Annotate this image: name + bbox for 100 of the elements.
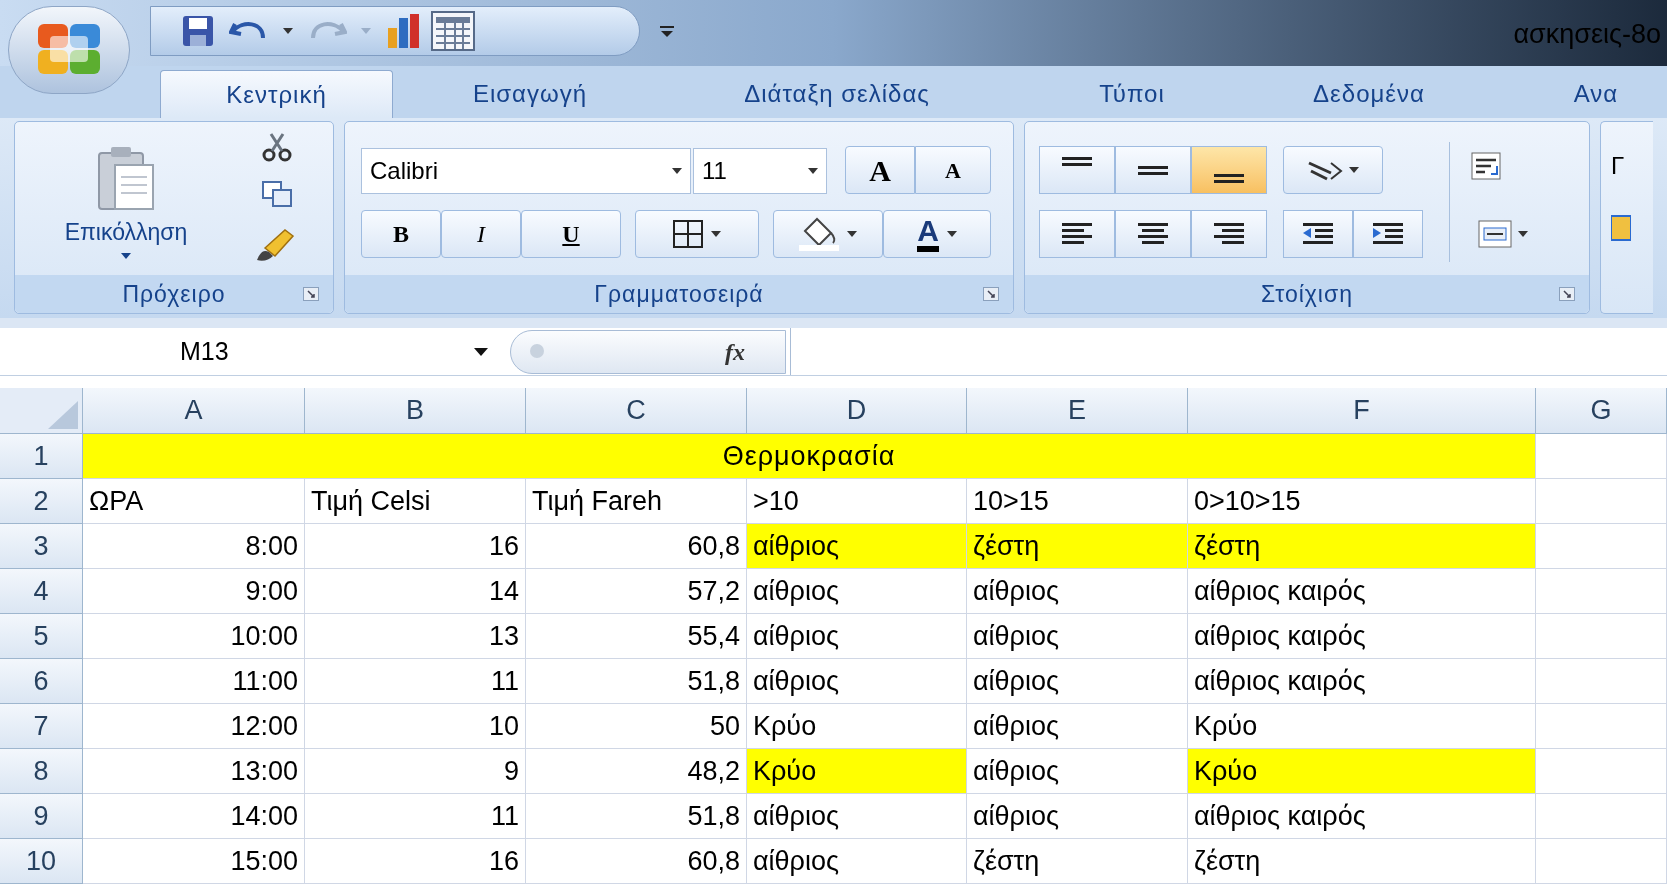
row-header[interactable]: 8 <box>0 749 83 794</box>
caret-icon <box>672 168 682 174</box>
table-cell: 10>15 <box>967 479 1188 524</box>
save-icon[interactable] <box>181 14 215 48</box>
shrink-font-button[interactable]: A <box>915 146 991 194</box>
table-cell: 55,4 <box>526 614 747 659</box>
align-left-button[interactable] <box>1039 210 1115 258</box>
name-box[interactable]: M13 <box>0 328 500 375</box>
table-cell: 51,8 <box>526 794 747 839</box>
borders-button[interactable] <box>635 210 759 258</box>
font-color-button[interactable]: A <box>883 210 991 258</box>
caret-icon <box>474 347 488 356</box>
fill-color-button[interactable] <box>773 210 883 258</box>
column-header[interactable]: G <box>1536 388 1667 434</box>
ribbon-tab[interactable]: Εισαγωγή <box>430 70 630 118</box>
table-cell: 9:00 <box>83 569 305 614</box>
table-cell: 60,8 <box>526 839 747 884</box>
clipboard-icon <box>95 144 157 211</box>
caret-icon <box>808 168 818 174</box>
ribbon-tab[interactable]: Τύποι <box>1084 70 1180 118</box>
dialog-launcher-icon[interactable] <box>303 287 319 301</box>
caret-icon <box>361 28 371 34</box>
table-cell: 10 <box>305 704 526 749</box>
bold-button[interactable]: B <box>361 210 441 258</box>
table-cell: αίθριος καιρός <box>1188 569 1536 614</box>
copy-icon[interactable] <box>261 180 293 208</box>
caret-icon <box>847 231 857 237</box>
grow-font-button[interactable]: A <box>845 146 915 194</box>
table-cell: αίθριος καιρός <box>1188 794 1536 839</box>
table-cell: ΩΡΑ <box>83 479 305 524</box>
merged-title-cell: Θερμοκρασία <box>83 434 1536 479</box>
brush-icon[interactable] <box>255 228 295 262</box>
table-cell: 13:00 <box>83 749 305 794</box>
dialog-launcher-icon[interactable] <box>983 287 999 301</box>
cut-icon[interactable] <box>261 132 293 162</box>
italic-button[interactable]: I <box>441 210 521 258</box>
orientation-button[interactable] <box>1283 146 1383 194</box>
table-cell: 10:00 <box>83 614 305 659</box>
table-cell: αίθριος καιρός <box>1188 659 1536 704</box>
row-header[interactable]: 2 <box>0 479 83 524</box>
font-size-dropdown[interactable]: 11 <box>693 148 827 194</box>
caret-icon <box>711 231 721 237</box>
insert-function-button[interactable]: fx <box>725 334 745 370</box>
table-cell: 8:00 <box>83 524 305 569</box>
table-cell: αίθριος <box>747 569 967 614</box>
row-header[interactable]: 10 <box>0 839 83 884</box>
ribbon-tab[interactable]: Κεντρική <box>160 70 393 118</box>
number-format-dropdown[interactable]: Γ <box>1611 148 1625 184</box>
group-label: Στοίχιση <box>1261 279 1353 309</box>
font-name-dropdown[interactable]: Calibri <box>361 148 691 194</box>
top-align-button[interactable] <box>1039 146 1115 194</box>
table-cell: 11 <box>305 794 526 839</box>
column-header[interactable]: C <box>526 388 747 434</box>
table-cell: 48,2 <box>526 749 747 794</box>
table-cell: Τιμή Celsi <box>305 479 526 524</box>
column-header[interactable]: A <box>83 388 305 434</box>
caret-icon[interactable] <box>283 28 293 34</box>
align-right-button[interactable] <box>1191 210 1267 258</box>
row-header[interactable]: 3 <box>0 524 83 569</box>
customize-toolbar-icon[interactable] <box>660 26 674 38</box>
bottom-align-button[interactable] <box>1191 146 1267 194</box>
corner-triangle-icon <box>48 401 78 429</box>
row-header[interactable]: 5 <box>0 614 83 659</box>
table-cell: αίθριος <box>747 659 967 704</box>
column-header[interactable]: B <box>305 388 526 434</box>
row-header[interactable]: 9 <box>0 794 83 839</box>
group-label: Γραμματοσειρά <box>594 279 764 309</box>
ribbon-tab[interactable]: Ανα <box>1556 70 1636 118</box>
calendar-icon[interactable] <box>431 11 475 51</box>
table-cell: αίθριος <box>747 794 967 839</box>
table-cell: 60,8 <box>526 524 747 569</box>
bottom-align-icon <box>1214 174 1244 183</box>
group-label: Πρόχειρο <box>122 279 226 309</box>
paste-button[interactable]: Επικόλληση <box>21 128 231 276</box>
row-header[interactable]: 7 <box>0 704 83 749</box>
decrease-indent-button[interactable] <box>1283 210 1353 258</box>
table-cell: ζέστη <box>967 839 1188 884</box>
underline-button[interactable]: U <box>521 210 621 258</box>
row-header[interactable]: 4 <box>0 569 83 614</box>
middle-align-button[interactable] <box>1115 146 1191 194</box>
table-cell: 12:00 <box>83 704 305 749</box>
top-align-icon <box>1062 157 1092 166</box>
row-header[interactable]: 6 <box>0 659 83 704</box>
row-header[interactable]: 1 <box>0 434 83 479</box>
dialog-launcher-icon[interactable] <box>1559 287 1575 301</box>
ribbon-tab[interactable]: Διάταξη σελίδας <box>692 70 982 118</box>
table-cell: αίθριος <box>747 839 967 884</box>
column-header[interactable]: D <box>747 388 967 434</box>
center-button[interactable] <box>1115 210 1191 258</box>
table-cell: αίθριος καιρός <box>1188 614 1536 659</box>
table-cell: 50 <box>526 704 747 749</box>
table-cell: Κρύο <box>747 704 967 749</box>
table-cell: αίθριος <box>967 749 1188 794</box>
table-cell: αίθριος <box>967 614 1188 659</box>
increase-indent-button[interactable] <box>1353 210 1423 258</box>
ribbon-tab[interactable]: Δεδομένα <box>1280 70 1458 118</box>
table-cell: αίθριος <box>747 614 967 659</box>
column-header[interactable]: E <box>967 388 1188 434</box>
column-header[interactable]: F <box>1188 388 1536 434</box>
table-cell: 16 <box>305 524 526 569</box>
